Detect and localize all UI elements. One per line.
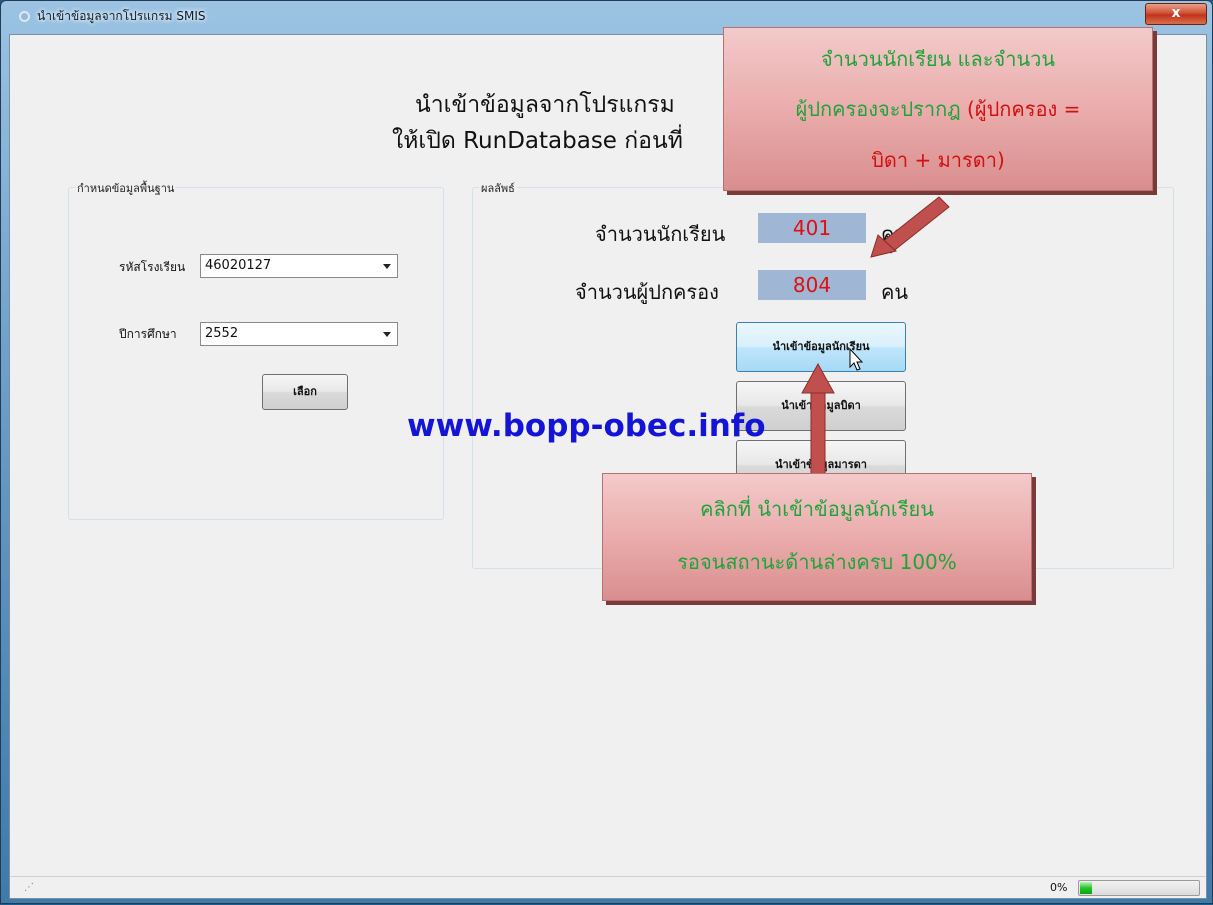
parent-count-label: จำนวนผู้ปกครอง [575,280,719,304]
student-count-value: 401 [758,213,866,243]
callout-line-2: รอจนสถานะด้านล่างครบ 100% [677,550,957,574]
callout-line-2a: ผู้ปกครองจะปรากฎ [795,97,961,121]
student-count-unit: คน [881,222,909,246]
chevron-down-icon[interactable] [383,264,391,269]
callout-counts-note: จำนวนนักเรียน และจำนวน ผู้ปกครองจะปรากฎ … [723,27,1153,191]
page-subheading: ให้เปิด RunDatabase ก่อนที่ [392,128,683,154]
callout-line-2b: (ผู้ปกครอง = [967,97,1081,121]
callout-line-2: ผู้ปกครองจะปรากฎ (ผู้ปกครอง = [724,93,1152,125]
academic-year-label: ปีการศึกษา [119,327,177,341]
progress-percent: 0% [1050,881,1068,894]
select-button[interactable]: เลือก [262,374,348,410]
status-bar: ⋰ 0% [10,876,1206,899]
academic-year-value: 2552 [205,326,239,341]
import-students-button[interactable]: นำเข้าข้อมูลนักเรียน [736,322,906,372]
school-code-label: รหัสโรงเรียน [119,260,186,274]
callout-line-3: บิดา + มารดา) [871,148,1005,172]
basic-settings-group: กำหนดข้อมูลพื้นฐาน รหัสโรงเรียน 46020127… [68,179,444,520]
callout-line-1: คลิกที่ นำเข้าข้อมูลนักเรียน [700,497,934,521]
group-title: กำหนดข้อมูลพื้นฐาน [75,179,177,197]
application-window: นำเข้าข้อมูลจากโปรแกรม SMIS x นำเข้าข้อม… [0,0,1213,904]
callout-import-instructions: คลิกที่ นำเข้าข้อมูลนักเรียน รอจนสถานะด้… [602,473,1032,601]
parent-count-value: 804 [758,270,866,300]
resize-grip-icon[interactable]: ⋰ [24,882,34,893]
parent-count-unit: คน [881,280,909,304]
app-icon [19,11,30,22]
window-title: นำเข้าข้อมูลจากโปรแกรม SMIS [37,9,206,23]
school-code-value: 46020127 [205,258,272,273]
close-button[interactable]: x [1145,3,1207,25]
callout-line-1: จำนวนนักเรียน และจำนวน [820,47,1056,71]
import-progress-bar [1078,880,1200,896]
progress-fill [1080,882,1092,894]
school-code-select[interactable]: 46020127 [200,254,398,278]
group-title: ผลลัพธ์ [479,179,517,197]
student-count-label: จำนวนนักเรียน [595,222,726,246]
page-heading: นำเข้าข้อมูลจากโปรแกรม [415,92,675,118]
watermark-text: www.bopp-obec.info [407,408,766,444]
chevron-down-icon[interactable] [383,332,391,337]
academic-year-select[interactable]: 2552 [200,322,398,346]
